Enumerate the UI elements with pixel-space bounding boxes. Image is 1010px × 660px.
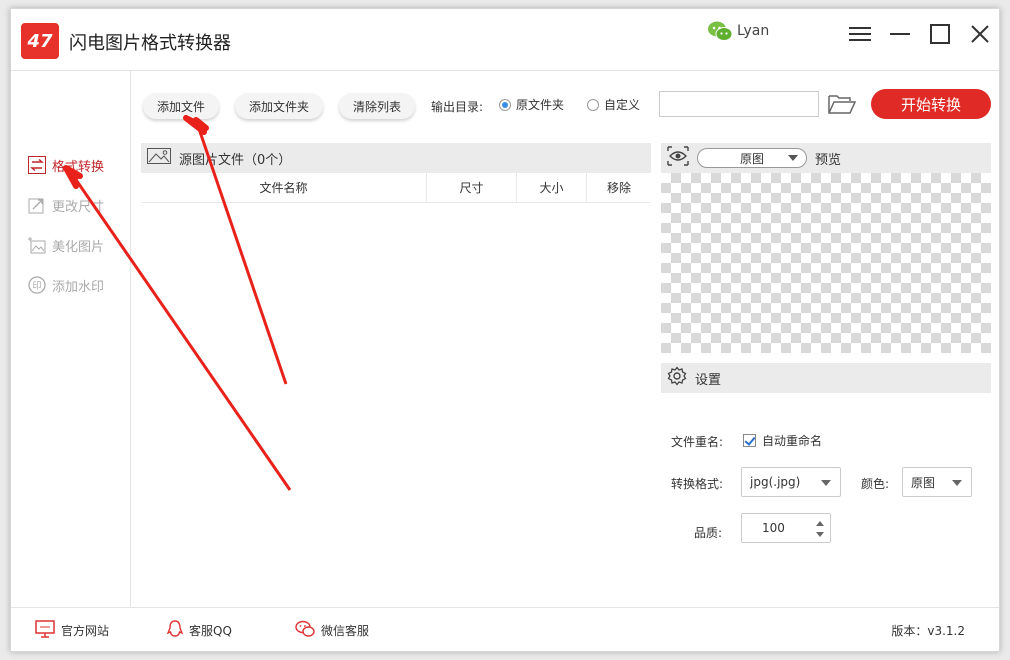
logo-text: 47 [27, 30, 53, 52]
sidebar-item-beautify[interactable]: 美化图片 [27, 235, 104, 255]
checkbox-checked [743, 434, 756, 447]
svg-text:印: 印 [32, 280, 41, 292]
radio-custom-folder[interactable]: 自定义 [587, 96, 640, 113]
footer: 官方网站 客服QQ 微信客服 版本：v3.1.2 [11, 607, 999, 651]
stamp-icon: 印 [27, 275, 47, 295]
qq-icon [166, 620, 184, 641]
qq-support-label: 客服QQ [189, 624, 232, 638]
color-select[interactable]: 原图 [902, 467, 972, 497]
sidebar-item-format-convert[interactable]: 格式转换 [27, 155, 104, 175]
preview-header: 原图 预览 [661, 143, 991, 173]
column-dimensions[interactable]: 尺寸 [427, 173, 517, 202]
user-account[interactable]: Lyan [707, 19, 769, 43]
file-count-title: 源图片文件（0个） [179, 152, 292, 168]
sidebar: 格式转换 更改尺寸 美化图片 印 添加水印 [11, 71, 131, 607]
format-label: 转换格式: [671, 477, 724, 491]
radio-label: 原文件夹 [516, 98, 565, 112]
sidebar-item-label: 添加水印 [52, 279, 105, 295]
maximize-button[interactable] [925, 19, 955, 49]
sidebar-item-watermark[interactable]: 印 添加水印 [27, 275, 104, 295]
wechat-support-link[interactable]: 微信客服 [295, 620, 369, 641]
menu-icon [849, 27, 871, 41]
format-select[interactable]: jpg(.jpg) [741, 467, 841, 497]
close-button[interactable] [965, 19, 995, 49]
preview-mode-value: 原图 [739, 151, 764, 166]
gear-icon [667, 366, 687, 390]
color-value: 原图 [911, 475, 936, 490]
user-name: Lyan [737, 23, 770, 39]
monitor-icon [35, 620, 55, 641]
start-convert-button[interactable]: 开始转换 [871, 89, 991, 119]
maximize-icon [930, 24, 950, 44]
add-folder-button[interactable]: 添加文件夹 [235, 93, 324, 119]
color-label: 颜色: [861, 477, 890, 491]
preview-panel: 原图 预览 [661, 143, 991, 355]
app-logo: 47 [21, 23, 59, 59]
quality-label: 品质: [694, 526, 723, 540]
chevron-down-icon [952, 480, 962, 486]
app-window: 47 闪电图片格式转换器 Lyan 格式转换 更改尺寸 美化图片 印 添加水印 … [10, 8, 1000, 652]
chevron-down-icon [788, 155, 798, 161]
radio-label: 自定义 [604, 98, 641, 112]
official-website-link[interactable]: 官方网站 [35, 620, 109, 641]
magic-image-icon [27, 235, 47, 255]
auto-rename-checkbox[interactable]: 自动重命名 [743, 432, 822, 449]
sidebar-item-resize[interactable]: 更改尺寸 [27, 195, 104, 215]
sidebar-item-label: 美化图片 [52, 239, 105, 255]
wechat-support-label: 微信客服 [321, 624, 370, 638]
quality-stepper[interactable]: 100 [741, 513, 831, 543]
browse-folder-button[interactable] [828, 93, 857, 117]
wechat-icon [707, 19, 733, 43]
image-icon [147, 148, 171, 168]
close-icon [971, 25, 989, 43]
clear-list-button[interactable]: 清除列表 [339, 93, 416, 119]
settings-panel: 设置 文件重名: 自动重命名 转换格式: jpg(.jpg) 颜色: 原图 品质… [661, 363, 991, 601]
preview-canvas [661, 173, 991, 353]
sidebar-item-label: 格式转换 [52, 159, 105, 175]
qq-support-link[interactable]: 客服QQ [166, 620, 232, 641]
radio-indicator [587, 98, 599, 111]
preview-label: 预览 [815, 152, 842, 168]
settings-header: 设置 [661, 363, 991, 393]
auto-rename-label: 自动重命名 [762, 434, 823, 448]
file-list-body[interactable] [141, 203, 651, 601]
radio-original-folder[interactable]: 原文件夹 [499, 96, 564, 113]
minimize-button[interactable] [885, 19, 915, 49]
radio-indicator [499, 98, 511, 111]
chevron-down-icon [821, 480, 831, 486]
version-label: 版本：v3.1.2 [891, 624, 965, 638]
swap-icon [27, 155, 47, 175]
arrow-down-icon[interactable] [816, 532, 824, 537]
minimize-icon [890, 33, 910, 35]
column-remove[interactable]: 移除 [587, 173, 651, 202]
file-list-header: 源图片文件（0个） [141, 143, 651, 173]
add-file-button[interactable]: 添加文件 [143, 93, 220, 119]
format-value: jpg(.jpg) [750, 475, 801, 489]
file-list-panel: 源图片文件（0个） 文件名称 尺寸 大小 移除 [141, 143, 651, 601]
rename-label: 文件重名: [671, 435, 724, 449]
output-path-input[interactable] [659, 91, 819, 117]
output-dir-label: 输出目录: [431, 100, 484, 114]
settings-title: 设置 [695, 372, 722, 388]
app-title: 闪电图片格式转换器 [69, 33, 231, 54]
folder-open-icon [828, 95, 857, 114]
quality-value: 100 [762, 521, 785, 535]
column-filename[interactable]: 文件名称 [141, 173, 427, 202]
arrow-up-icon[interactable] [816, 521, 824, 526]
sidebar-item-label: 更改尺寸 [52, 199, 105, 215]
official-website-label: 官方网站 [61, 624, 110, 638]
wechat-support-icon [295, 620, 315, 641]
eye-icon [667, 146, 689, 170]
preview-mode-select[interactable]: 原图 [697, 148, 807, 168]
column-size[interactable]: 大小 [517, 173, 587, 202]
file-table-header: 文件名称 尺寸 大小 移除 [141, 173, 651, 203]
resize-icon [27, 195, 47, 215]
title-bar: 47 闪电图片格式转换器 Lyan [11, 9, 999, 71]
menu-button[interactable] [845, 19, 875, 49]
toolbar: 添加文件 添加文件夹 清除列表 输出目录: 原文件夹 自定义 开始转换 [131, 71, 999, 131]
